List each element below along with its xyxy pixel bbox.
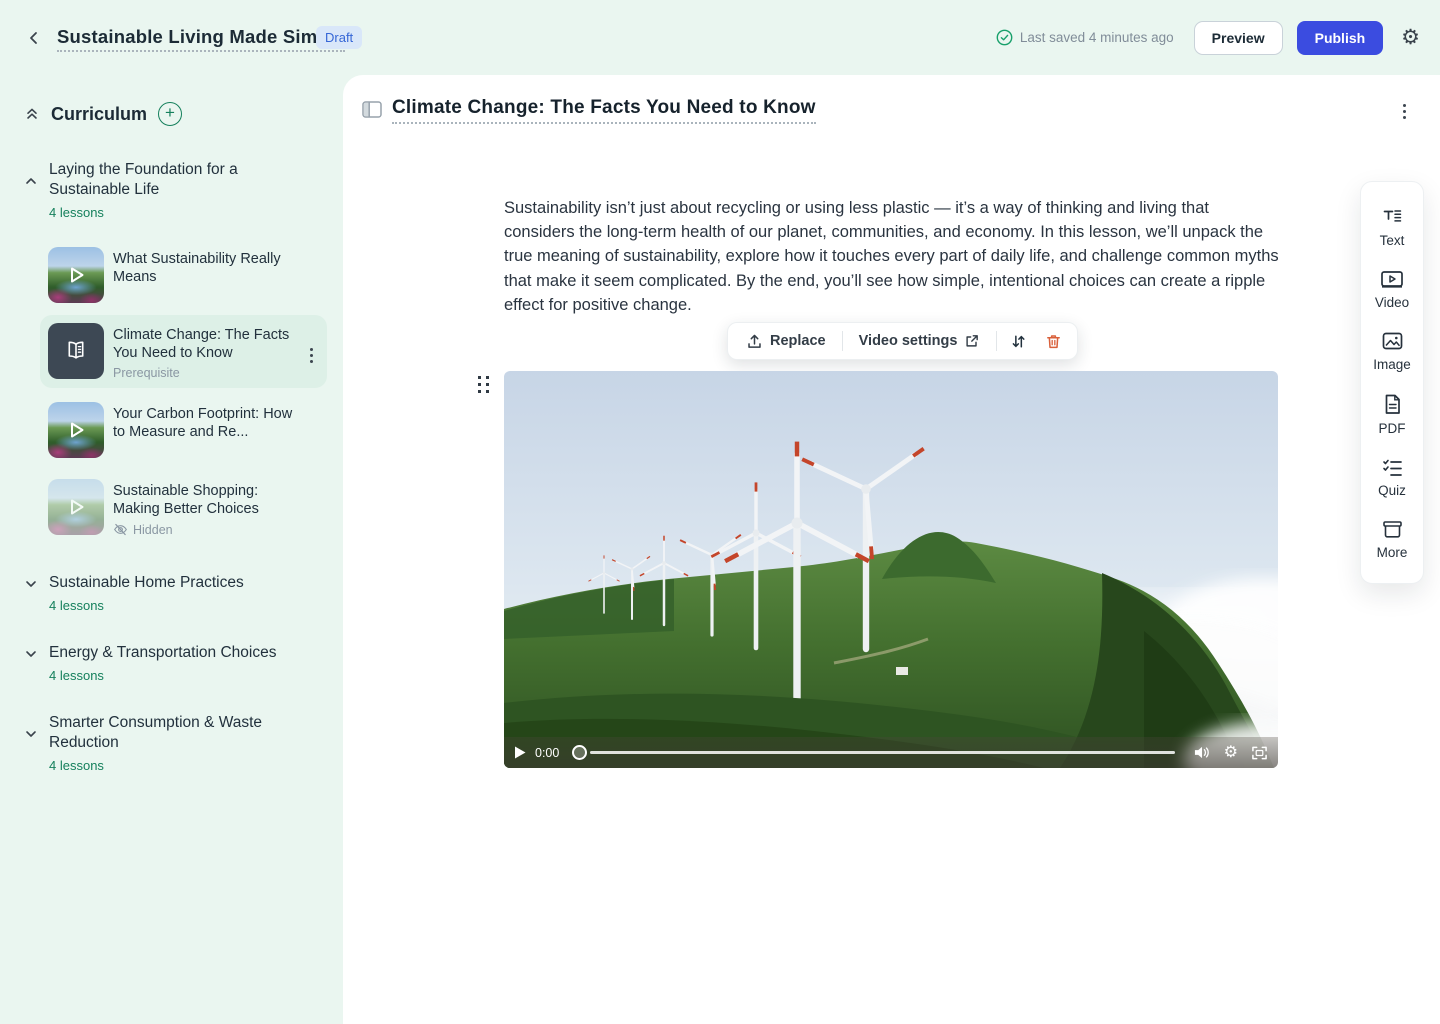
external-link-icon	[964, 333, 980, 349]
insert-more-button[interactable]: More	[1361, 509, 1423, 571]
toolbar-divider	[996, 331, 997, 351]
video-settings-gear-icon[interactable]: ⚙	[1224, 745, 1238, 761]
add-section-button[interactable]: +	[158, 102, 182, 126]
volume-icon[interactable]	[1194, 745, 1211, 760]
preview-button[interactable]: Preview	[1194, 21, 1283, 55]
video-scrubber-knob[interactable]	[572, 745, 587, 760]
play-button[interactable]	[514, 746, 526, 759]
trash-icon	[1045, 333, 1062, 350]
video-player[interactable]: 0:00 ⚙	[504, 371, 1278, 768]
image-block-icon	[1381, 331, 1404, 352]
insert-video-button[interactable]: Video	[1361, 259, 1423, 321]
replace-button[interactable]: Replace	[734, 327, 838, 356]
move-reorder-button[interactable]	[1001, 327, 1036, 356]
settings-gear-icon[interactable]: ⚙	[1401, 27, 1420, 48]
video-timestamp: 0:00	[535, 746, 563, 760]
section-title: Energy & Transportation Choices	[49, 643, 276, 663]
chevron-left-icon	[26, 30, 42, 46]
upload-icon	[746, 333, 763, 350]
video-progress-track[interactable]	[590, 751, 1175, 754]
sort-arrows-icon	[1010, 333, 1027, 350]
lesson-video-thumbnail	[48, 402, 104, 458]
section-header-2[interactable]: Sustainable Home Practices 4 lessons	[0, 573, 343, 613]
delete-block-button[interactable]	[1036, 327, 1071, 356]
chevron-down-icon	[24, 577, 38, 591]
toolbar-divider	[842, 331, 843, 351]
open-book-icon	[63, 338, 89, 364]
section-header-1[interactable]: Laying the Foundation for a Sustainable …	[0, 160, 343, 220]
insert-text-button[interactable]: Text	[1361, 196, 1423, 259]
video-frame-wind-turbines	[504, 371, 1278, 768]
last-saved-text: Last saved 4 minutes ago	[1020, 30, 1174, 45]
text-block-icon	[1381, 206, 1404, 228]
top-header: Sustainable Living Made Simple Draft Las…	[0, 0, 1440, 75]
lesson-page-title[interactable]: Climate Change: The Facts You Need to Kn…	[392, 97, 816, 124]
video-settings-button[interactable]: Video settings	[847, 327, 993, 355]
publish-button[interactable]: Publish	[1297, 21, 1384, 55]
lesson-video-thumbnail	[48, 247, 104, 303]
insert-quiz-button[interactable]: Quiz	[1361, 447, 1423, 509]
lesson-title: Climate Change: The Facts You Need to Kn…	[113, 326, 301, 362]
lesson-item-2-selected[interactable]: Climate Change: The Facts You Need to Kn…	[40, 315, 327, 388]
eye-off-icon	[113, 522, 128, 537]
lesson-title: What Sustainability Really Means	[113, 250, 301, 286]
more-blocks-icon	[1381, 519, 1404, 540]
lesson-editor-panel: Climate Change: The Facts You Need to Kn…	[343, 75, 1440, 1024]
lesson-item-3[interactable]: Your Carbon Footprint: How to Measure an…	[48, 402, 327, 458]
section-header-3[interactable]: Energy & Transportation Choices 4 lesson…	[0, 643, 343, 683]
section-title: Laying the Foundation for a Sustainable …	[49, 160, 294, 200]
lesson-title: Your Carbon Footprint: How to Measure an…	[113, 405, 301, 441]
video-block-icon	[1380, 269, 1404, 290]
pdf-block-icon	[1382, 393, 1403, 416]
play-icon	[65, 264, 87, 286]
insert-pdf-button[interactable]: PDF	[1361, 383, 1423, 447]
play-icon	[65, 496, 87, 518]
course-title[interactable]: Sustainable Living Made Simple	[57, 26, 345, 52]
collapse-all-icon[interactable]	[24, 106, 40, 122]
chevron-down-icon	[24, 727, 38, 741]
section-title: Sustainable Home Practices	[49, 573, 244, 593]
lesson-intro-paragraph[interactable]: Sustainability isn’t just about recyclin…	[504, 196, 1280, 317]
lesson-video-thumbnail	[48, 479, 104, 535]
lesson-meta-prerequisite: Prerequisite	[113, 366, 301, 380]
curriculum-heading: Curriculum	[51, 104, 147, 125]
lesson-title: Sustainable Shopping: Making Better Choi…	[113, 482, 301, 518]
block-drag-handle[interactable]	[478, 376, 489, 393]
sidebar-toggle-icon[interactable]	[362, 101, 382, 118]
video-controls-bar: 0:00 ⚙	[504, 737, 1278, 768]
lesson-meta-hidden: Hidden	[133, 523, 173, 537]
lesson-page-options-menu[interactable]	[1399, 100, 1410, 123]
lesson-reading-thumbnail	[48, 323, 104, 379]
lesson-count: 4 lessons	[49, 758, 294, 773]
chevron-up-icon	[24, 174, 38, 188]
lesson-count: 4 lessons	[49, 205, 294, 220]
insert-block-panel: Text Video Image PDF Quiz More	[1360, 181, 1424, 584]
check-circle-icon	[996, 29, 1013, 46]
insert-image-button[interactable]: Image	[1361, 321, 1423, 383]
section-header-4[interactable]: Smarter Consumption & Waste Reduction 4 …	[0, 713, 343, 773]
lesson-count: 4 lessons	[49, 668, 276, 683]
section-title: Smarter Consumption & Waste Reduction	[49, 713, 294, 753]
status-badge: Draft	[316, 26, 362, 49]
chevron-down-icon	[24, 647, 38, 661]
quiz-block-icon	[1381, 457, 1404, 478]
lesson-count: 4 lessons	[49, 598, 244, 613]
video-block-toolbar: Replace Video settings	[727, 322, 1078, 360]
fullscreen-icon[interactable]	[1251, 745, 1268, 761]
back-button[interactable]	[22, 26, 46, 50]
last-saved-status: Last saved 4 minutes ago	[996, 29, 1174, 46]
lesson-options-menu[interactable]	[306, 344, 317, 367]
lesson-item-1[interactable]: What Sustainability Really Means	[48, 247, 327, 303]
curriculum-sidebar: Curriculum + Laying the Foundation for a…	[0, 75, 343, 1024]
play-icon	[65, 419, 87, 441]
lesson-item-4-hidden[interactable]: Sustainable Shopping: Making Better Choi…	[48, 479, 327, 537]
